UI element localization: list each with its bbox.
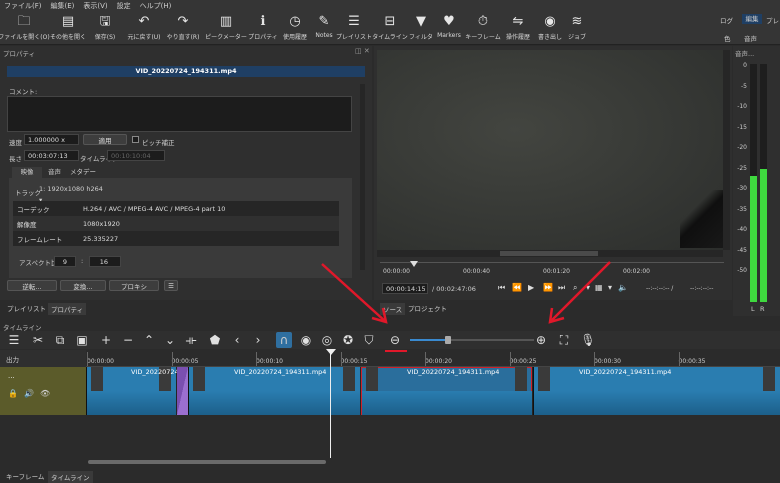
- annotation-arrow-right: [549, 261, 611, 323]
- annotation-arrow-left: [321, 263, 387, 323]
- annotation-overlay: [321, 261, 611, 352]
